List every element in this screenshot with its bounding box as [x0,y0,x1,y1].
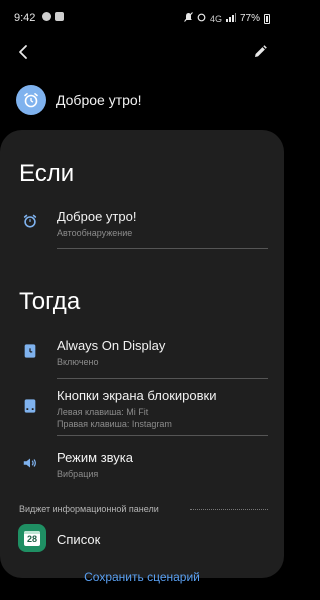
then-item-subtitle: Левая клавиша: Mi Fit [57,407,149,417]
divider [57,435,268,436]
then-item-title: Режим звука [57,450,133,465]
back-arrow-icon [19,45,27,59]
status-time: 9:42 [14,12,36,24]
then-item-title: Кнопки экрана блокировки [57,388,217,403]
battery-icon [264,13,270,24]
alarm-clock-icon [16,85,46,115]
dotted-divider [190,509,268,510]
if-item-subtitle: Автообнаружение [57,228,133,238]
back-button[interactable] [14,42,34,62]
status-bar: 9:42 4G 77% [0,0,284,34]
if-item-title: Доброе утро! [57,209,137,224]
widget-item-title[interactable]: Список [57,532,100,547]
divider [57,378,268,379]
notification-icons [42,12,64,21]
save-routine-button[interactable]: Сохранить сценарий [0,570,284,588]
alarm-clock-icon [23,214,37,228]
routine-panel: Если Доброе утро! Автообнаружение Тогда … [0,130,284,578]
if-item-good-morning[interactable]: Доброе утро! Автообнаружение [0,206,284,250]
signal-icon [225,12,236,25]
divider [57,248,268,249]
then-item-lock-buttons[interactable]: Кнопки экрана блокировки Левая клавиша: … [0,386,284,438]
routine-title: Доброе утро! [56,92,142,108]
battery-percent: 77% [239,13,260,24]
toolbar [0,38,284,68]
routine-header: Доброе утро! [16,84,266,116]
mute-icon [184,12,193,25]
widget-section-label: Виджет информационной панели [19,504,159,514]
speaker-icon [23,458,36,468]
telegram-icon [42,12,51,21]
gallery-icon [55,12,64,21]
then-item-subtitle: Вибрация [57,469,99,479]
network-type: 4G [209,13,222,24]
then-item-sound-mode[interactable]: Режим звука Вибрация [0,448,284,488]
alarm-status-icon [197,12,206,25]
calendar-day: 28 [24,530,40,546]
if-heading: Если [19,160,75,187]
clock-screen-icon [24,344,36,358]
then-item-title: Always On Display [57,338,166,353]
edit-button[interactable] [250,42,270,62]
then-heading: Тогда [19,288,81,315]
then-item-subtitle: Включено [57,357,99,367]
status-right: 4G 77% [184,12,270,25]
pencil-icon [255,45,267,57]
calendar-icon[interactable]: 28 [18,524,46,552]
phone-lock-icon [24,399,36,413]
then-item-subtitle-2: Правая клавиша: Instagram [57,419,172,429]
then-item-aod[interactable]: Always On Display Включено [0,336,284,376]
